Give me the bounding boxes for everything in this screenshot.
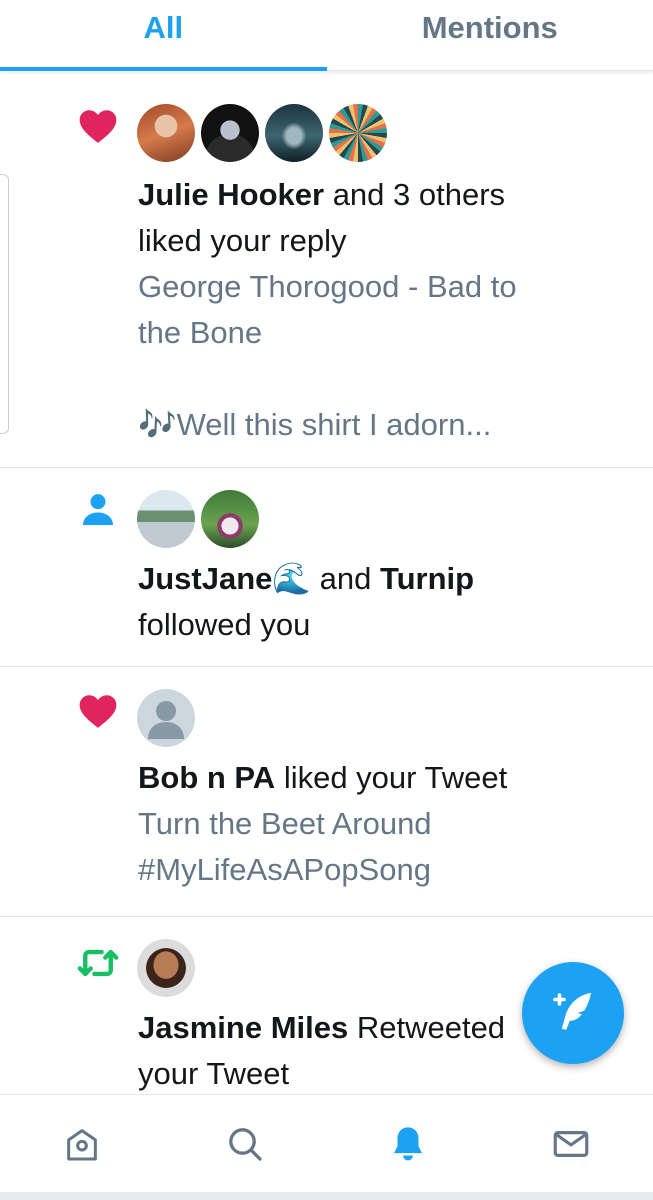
action-text: liked your Tweet bbox=[283, 760, 508, 795]
action-text: and 3 others bbox=[332, 177, 506, 212]
avatar[interactable] bbox=[137, 689, 195, 747]
nav-messages[interactable] bbox=[490, 1095, 653, 1193]
avatar[interactable] bbox=[137, 104, 195, 162]
tweet-preview: Turn the Beet Around bbox=[138, 806, 432, 841]
compose-tweet-button[interactable] bbox=[522, 962, 624, 1064]
notification-text: Bob n PA liked your Tweet Turn the Beet … bbox=[138, 755, 613, 893]
avatar-group bbox=[137, 689, 201, 747]
action-text: followed you bbox=[138, 607, 311, 642]
avatar[interactable] bbox=[201, 490, 259, 548]
search-icon bbox=[229, 1128, 262, 1161]
actor-name[interactable]: Bob n PA bbox=[138, 760, 275, 795]
actor-name[interactable]: JustJane🌊 bbox=[138, 561, 311, 596]
bottom-navigation bbox=[0, 1094, 653, 1193]
actor-name[interactable]: Julie Hooker bbox=[138, 177, 324, 212]
avatar-group bbox=[137, 104, 393, 162]
avatar[interactable] bbox=[265, 104, 323, 162]
tweet-preview: George Thorogood - Bad to bbox=[138, 269, 517, 304]
avatar[interactable] bbox=[201, 104, 259, 162]
notification-text: Julie Hooker and 3 others liked your rep… bbox=[138, 172, 613, 448]
tweet-preview: the Bone bbox=[138, 315, 263, 350]
notification-item[interactable]: JustJane🌊 and Turnip followed you bbox=[0, 468, 653, 667]
tab-all[interactable]: All bbox=[0, 0, 327, 71]
mail-icon bbox=[554, 1131, 589, 1157]
tweet-preview: #MyLifeAsAPopSong bbox=[138, 852, 431, 887]
notification-item[interactable]: Julie Hooker and 3 others liked your rep… bbox=[0, 84, 653, 468]
tweet-preview: 🎶Well this shirt I adorn... bbox=[138, 407, 492, 442]
avatar[interactable] bbox=[137, 939, 195, 997]
default-avatar-icon bbox=[148, 701, 184, 739]
nav-home[interactable] bbox=[0, 1095, 163, 1193]
avatar-group bbox=[137, 490, 265, 548]
avatar-group bbox=[137, 939, 201, 997]
avatar[interactable] bbox=[329, 104, 387, 162]
tab-all-label: All bbox=[143, 10, 184, 45]
notification-item[interactable]: Bob n PA liked your Tweet Turn the Beet … bbox=[0, 667, 653, 917]
nav-notifications[interactable] bbox=[327, 1095, 490, 1193]
action-text: your Tweet bbox=[138, 1056, 290, 1091]
avatar[interactable] bbox=[137, 490, 195, 548]
action-text: liked your reply bbox=[138, 223, 347, 258]
retweet-icon bbox=[77, 949, 119, 977]
heart-icon bbox=[79, 110, 117, 143]
heart-icon bbox=[79, 695, 117, 728]
nav-search[interactable] bbox=[163, 1095, 326, 1193]
actor-name[interactable]: Jasmine Miles bbox=[138, 1010, 348, 1045]
compose-feather-icon bbox=[553, 992, 591, 1030]
joiner-text: and bbox=[319, 561, 372, 596]
tab-mentions[interactable]: Mentions bbox=[327, 0, 653, 70]
tab-mentions-label: Mentions bbox=[421, 10, 558, 45]
notification-tabs: All Mentions bbox=[0, 0, 653, 71]
person-icon bbox=[83, 494, 113, 525]
system-bar-edge bbox=[0, 1192, 653, 1200]
home-icon bbox=[66, 1129, 97, 1161]
action-text: Retweeted bbox=[356, 1010, 506, 1045]
notifications-feed[interactable]: Julie Hooker and 3 others liked your rep… bbox=[0, 84, 653, 1094]
notification-text: JustJane🌊 and Turnip followed you bbox=[138, 556, 613, 648]
bell-icon bbox=[394, 1127, 423, 1161]
actor-name[interactable]: Turnip bbox=[380, 561, 474, 596]
